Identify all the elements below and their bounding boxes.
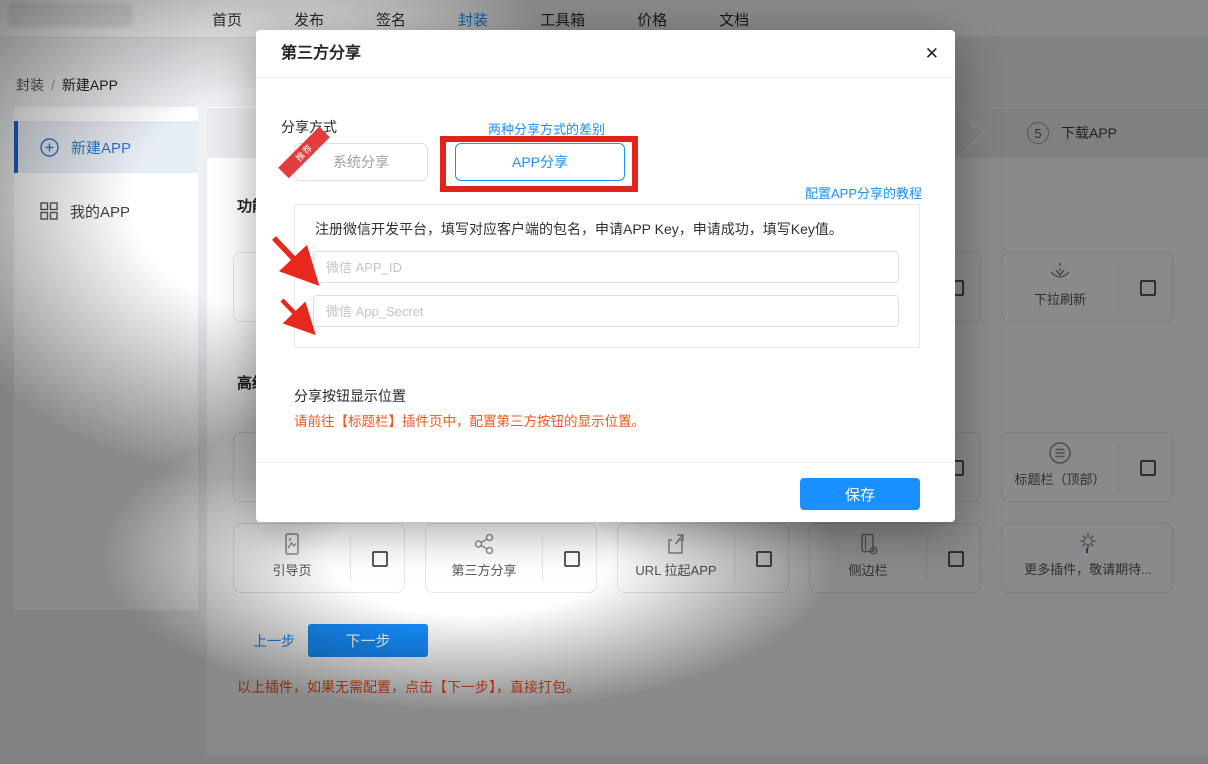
prev-step-link[interactable]: 上一步 (253, 631, 295, 651)
app-share-tutorial-link[interactable]: 配置APP分享的教程 (805, 183, 922, 202)
breadcrumb: 封装 / 新建APP (16, 75, 118, 95)
step-5: 5 下载APP (1027, 108, 1117, 158)
plugin-card-pull-refresh[interactable]: 下拉刷新 (1001, 252, 1173, 322)
app-logo (8, 3, 133, 27)
breadcrumb-separator: / (51, 77, 55, 93)
wechat-appid-input[interactable] (313, 251, 899, 283)
advanced-plugins-row2: 引导页 第三方分享 (233, 523, 1203, 593)
plugin-checkbox[interactable] (564, 551, 580, 567)
guide-page-icon (279, 531, 305, 557)
wechat-config-panel: 注册微信开发平台，填写对应客户端的包名，申请APP Key，申请成功，填写Key… (294, 204, 920, 348)
nav-item-docs[interactable]: 文档 (693, 9, 775, 30)
plugin-label: 标题栏（顶部） (1014, 469, 1105, 488)
modal-footer: 保存 (256, 462, 955, 522)
wechat-config-instructions: 注册微信开发平台，填写对应客户端的包名，申请APP Key，申请成功，填写Key… (315, 219, 843, 239)
sidebar-item-label: 我的APP (70, 201, 130, 222)
step-number-badge: 5 (1027, 122, 1049, 144)
plugin-card-more-coming: 更多插件，敬请期待... (1001, 523, 1173, 593)
plugin-label: 引导页 (272, 560, 311, 579)
nav-item-sign[interactable]: 签名 (350, 9, 432, 30)
page: 首页 发布 签名 封装 工具箱 价格 文档 封装 / 新建APP 新建APP (0, 0, 1208, 764)
plugin-checkbox[interactable] (948, 551, 964, 567)
plugin-checkbox[interactable] (756, 551, 772, 567)
plugin-checkbox[interactable] (1140, 460, 1156, 476)
app-share-button[interactable]: APP分享 (455, 143, 625, 181)
nav-item-toolbox[interactable]: 工具箱 (514, 9, 611, 30)
plugin-label: URL 拉起APP (635, 560, 716, 579)
plugin-card-title-bar[interactable]: 标题栏（顶部） (1001, 432, 1173, 502)
grid-icon (40, 202, 58, 220)
breadcrumb-root[interactable]: 封装 (16, 77, 44, 93)
plugins-note: 以上插件，如果无需配置，点击【下一步】，直接打包。 (237, 677, 580, 697)
next-step-button[interactable]: 下一步 (308, 624, 428, 657)
sidebar: 新建APP 我的APP (14, 107, 198, 610)
sidebar-item-label: 新建APP (71, 137, 131, 158)
plugin-checkbox[interactable] (1140, 280, 1156, 296)
close-icon[interactable]: ✕ (925, 43, 939, 65)
nav-item-package[interactable]: 封装 (432, 9, 514, 30)
wechat-secret-input[interactable] (313, 295, 899, 327)
plus-circle-icon (40, 138, 59, 157)
step-label: 下载APP (1061, 123, 1117, 143)
share-mode-diff-link[interactable]: 两种分享方式的差别 (488, 119, 605, 138)
sidebar-item-new-app[interactable]: 新建APP (14, 121, 198, 173)
system-share-button[interactable]: 系统分享 推荐 (294, 143, 428, 181)
nav-item-publish[interactable]: 发布 (268, 9, 350, 30)
title-bar-icon (1047, 440, 1073, 466)
system-share-label: 系统分享 (333, 154, 389, 170)
plugin-card-sidebar[interactable]: 侧边栏 (809, 523, 981, 593)
modal-header: 第三方分享 ✕ (256, 30, 955, 78)
pull-refresh-icon (1047, 260, 1073, 286)
share-mode-label: 分享方式 (281, 117, 337, 137)
url-launch-icon (663, 531, 689, 557)
breadcrumb-current: 新建APP (62, 77, 118, 93)
plugin-card-guide-page[interactable]: 引导页 (233, 523, 405, 593)
save-button[interactable]: 保存 (800, 478, 920, 510)
plugin-checkbox[interactable] (372, 551, 388, 567)
plugin-label: 第三方分享 (451, 560, 516, 579)
plugin-label: 侧边栏 (848, 560, 887, 579)
share-nodes-icon (471, 531, 497, 557)
plugin-label: 更多插件，敬请期待... (1024, 559, 1152, 578)
sidebar-item-my-apps[interactable]: 我的APP (14, 185, 198, 237)
recommend-ribbon-label: 推荐 (292, 141, 315, 164)
gear-icon (1075, 530, 1101, 556)
side-drawer-icon (855, 531, 881, 557)
plugin-label: 下拉刷新 (1034, 289, 1086, 308)
plugin-card-url-launch[interactable]: URL 拉起APP (617, 523, 789, 593)
nav-item-price[interactable]: 价格 (611, 9, 693, 30)
step-chevron-icon (955, 108, 989, 158)
share-button-position-label: 分享按钮显示位置 (294, 386, 406, 406)
share-button-position-note: 请前往【标题栏】插件页中，配置第三方按钮的显示位置。 (294, 410, 645, 430)
third-party-share-modal: 第三方分享 ✕ 分享方式 两种分享方式的差别 系统分享 推荐 APP分享 配置A… (256, 30, 955, 522)
modal-title: 第三方分享 (281, 30, 361, 78)
nav-item-home[interactable]: 首页 (186, 9, 268, 30)
plugin-card-third-party-share[interactable]: 第三方分享 (425, 523, 597, 593)
